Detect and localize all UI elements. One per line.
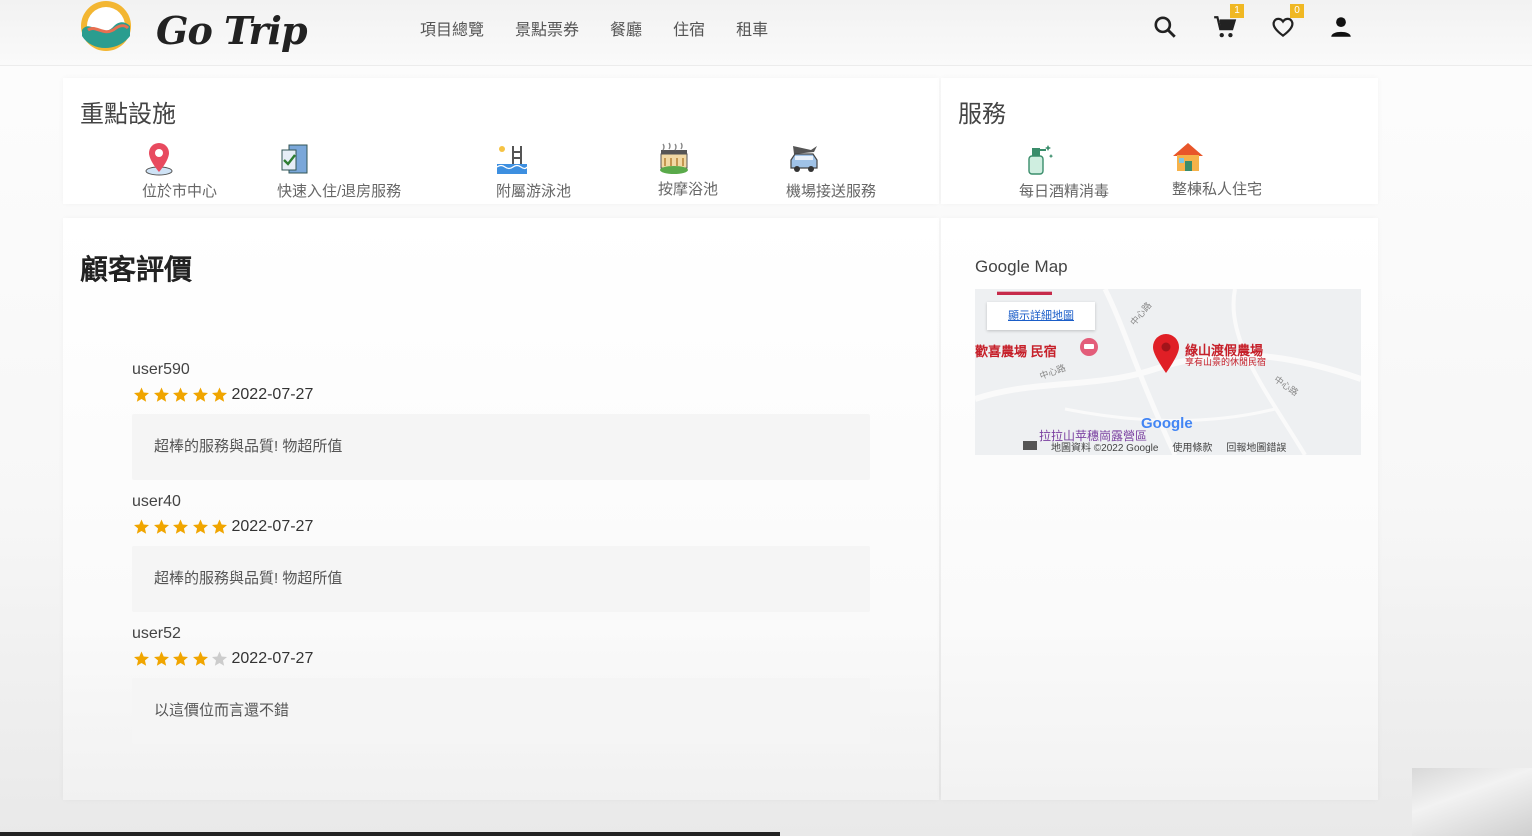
map-pin-icon (145, 143, 173, 176)
nav-item-restaurants[interactable]: 餐廳 (610, 16, 642, 40)
star-icon (153, 519, 169, 534)
review-user: user590 (132, 361, 190, 378)
star-icon (173, 387, 188, 402)
review-comment: 以這價位而言還不錯 (132, 678, 870, 744)
review-item: user590 2022-07-27 超棒的服務與品質! 物超所值 (132, 361, 870, 480)
webcam-thumbnail (1412, 768, 1532, 836)
review-rating (132, 518, 230, 536)
star-icon (212, 519, 227, 534)
star-icon (134, 651, 149, 666)
facility-label: 快速入住/退房服務 (277, 183, 402, 200)
reviews-title: 顧客評價 (80, 254, 193, 285)
star-icon (192, 651, 208, 666)
map-title: Google Map (975, 257, 1068, 276)
review-date: 2022-07-27 (231, 386, 314, 403)
map-keyboard-icon[interactable] (1023, 441, 1037, 450)
star-icon (192, 387, 208, 402)
house-icon (1173, 143, 1203, 171)
top-header: Go Trip 項目總覽 景點票券 餐廳 住宿 租車 1 0 (0, 0, 1532, 66)
video-progress-bar (0, 832, 780, 836)
review-item: user40 2022-07-27 超棒的服務與品質! 物超所值 (132, 493, 870, 612)
go-trip-logo-icon[interactable] (78, 0, 134, 54)
nav-item-lodging[interactable]: 住宿 (673, 16, 705, 40)
google-logo: Google (1141, 415, 1193, 432)
review-item: user52 2022-07-27 以這價位而言還不錯 (132, 625, 870, 744)
nav-item-car-rental[interactable]: 租車 (736, 16, 768, 40)
review-rating (132, 386, 230, 404)
search-icon[interactable] (1150, 10, 1180, 42)
review-user: user52 (132, 625, 181, 642)
facilities-panel: 重點設施 位於市中心 快速入住/退房服務 附屬游泳池 按摩浴池 機場接送服務 (63, 78, 939, 204)
favorites-count-badge: 0 (1290, 4, 1304, 18)
service-label: 整棟私人住宅 (1172, 181, 1263, 198)
review-comment: 超棒的服務與品質! 物超所值 (132, 546, 870, 612)
map-poi-left: 歡喜農場 民宿 (975, 344, 1057, 359)
map-panel: Google Map ▬▬▬▬▬ 顯示詳細地圖 綠山渡假農場 享有山景的休閒民宿… (941, 218, 1378, 800)
disinfect-spray-icon (1028, 145, 1054, 175)
facility-label: 按摩浴池 (658, 181, 719, 198)
brand-name[interactable]: Go Trip (156, 8, 308, 53)
review-date: 2022-07-27 (231, 518, 314, 535)
star-icon (134, 387, 149, 402)
cart-count-badge: 1 (1230, 4, 1244, 18)
swimming-pool-icon (496, 146, 528, 174)
review-comment: 超棒的服務與品質! 物超所值 (132, 414, 870, 480)
facility-label: 附屬游泳池 (496, 183, 572, 200)
review-date: 2022-07-27 (231, 650, 314, 667)
star-icon (173, 519, 188, 534)
services-panel: 服務 每日酒精消毒 整棟私人住宅 (941, 78, 1378, 204)
facility-label: 機場接送服務 (786, 183, 877, 200)
favorites-button[interactable]: 0 (1268, 4, 1304, 42)
star-icon (134, 519, 149, 534)
user-icon (1331, 17, 1351, 37)
cart-button[interactable]: 1 (1210, 4, 1244, 42)
star-icon (173, 651, 188, 666)
star-icon (153, 651, 169, 666)
map-place-subtitle: 享有山景的休閒民宿 (1185, 357, 1267, 367)
hot-tub-icon (660, 142, 688, 174)
service-label: 每日酒精消毒 (1019, 183, 1110, 200)
map-view-larger-link[interactable]: 顯示詳細地圖 (987, 302, 1095, 330)
map-terms-link[interactable]: 使用條款 (1172, 439, 1212, 454)
airport-shuttle-icon (790, 146, 818, 172)
star-icon (212, 651, 227, 666)
google-map[interactable]: ▬▬▬▬▬ 顯示詳細地圖 綠山渡假農場 享有山景的休閒民宿 歡喜農場 民宿 中心… (975, 289, 1361, 455)
map-poi-top: ▬▬▬▬▬ (997, 289, 1052, 298)
account-button[interactable] (1326, 10, 1356, 42)
checkin-door-icon (281, 144, 308, 174)
facilities-title: 重點設施 (80, 101, 176, 128)
map-report-error-link[interactable]: 回報地圖錯誤 (1226, 439, 1286, 454)
nav-item-tickets[interactable]: 景點票券 (515, 16, 579, 40)
star-icon (153, 387, 169, 402)
review-rating (132, 650, 230, 668)
map-attribution: 地圖資料 ©2022 Google (1051, 443, 1159, 454)
services-title: 服務 (958, 101, 1006, 128)
star-icon (212, 387, 227, 402)
main-nav: 項目總覽 景點票券 餐廳 住宿 租車 (420, 16, 768, 40)
review-user: user40 (132, 493, 181, 510)
header-actions: 1 0 (1150, 4, 1360, 46)
star-icon (192, 519, 208, 534)
nav-item-overview[interactable]: 項目總覽 (420, 16, 484, 40)
facility-label: 位於市中心 (142, 183, 218, 200)
map-footer: 地圖資料 ©2022 Google 使用條款 回報地圖錯誤 (1023, 439, 1353, 454)
reviews-panel: 顧客評價 user590 2022-07-27 超棒的服務與品質! 物超所值 u… (63, 218, 939, 800)
